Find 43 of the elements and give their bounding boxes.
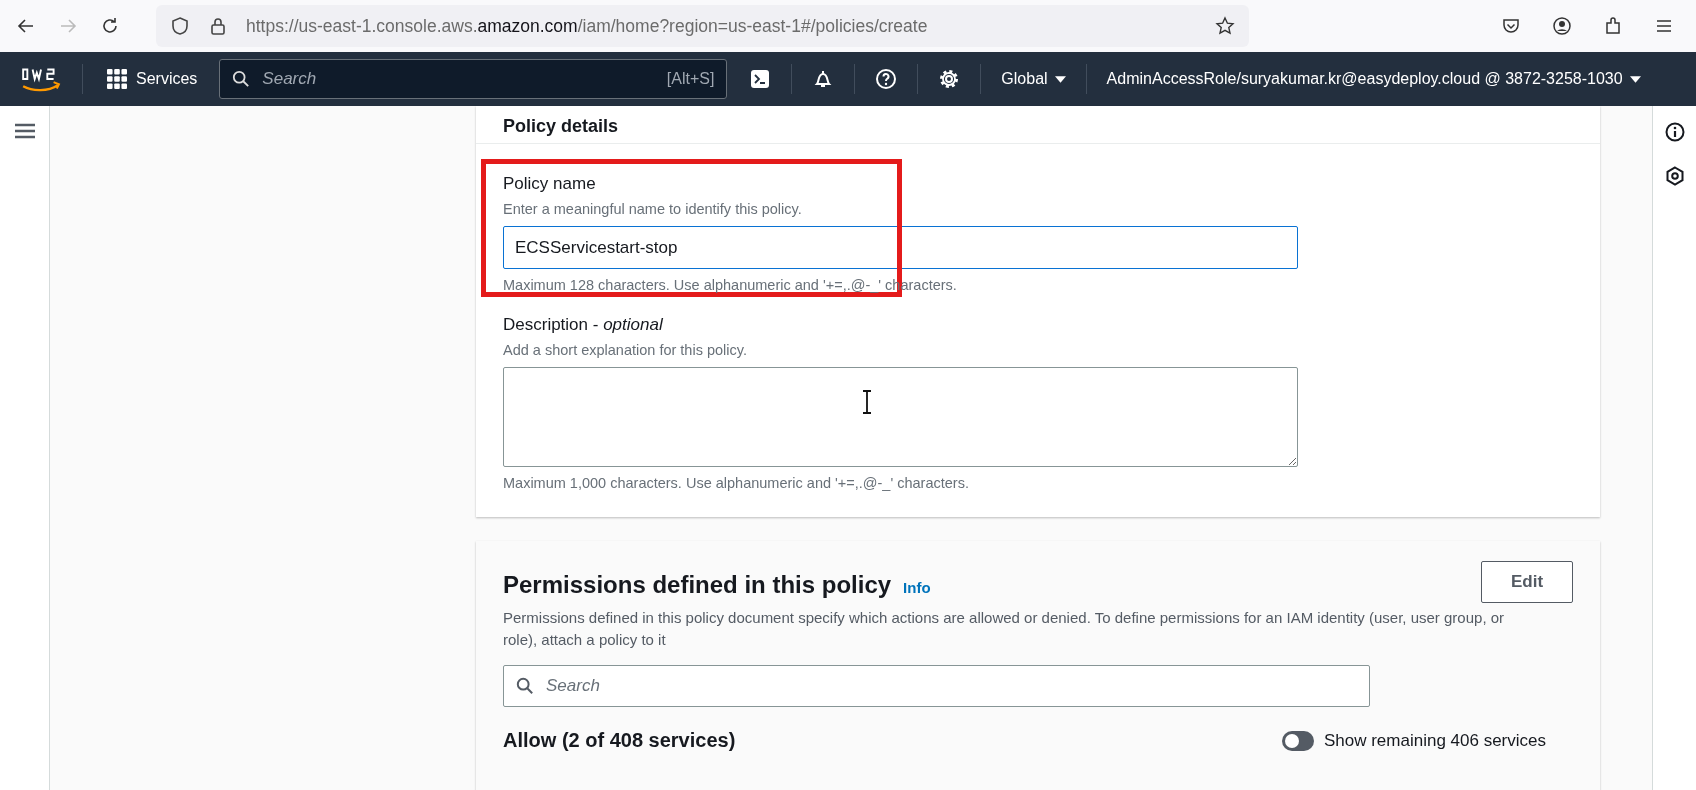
edit-button[interactable]: Edit: [1481, 561, 1573, 603]
info-icon[interactable]: [1664, 122, 1685, 142]
lock-icon[interactable]: [208, 16, 228, 36]
hexagon-icon[interactable]: [1664, 166, 1685, 186]
description-field[interactable]: [503, 367, 1298, 467]
text-cursor-icon: [861, 390, 873, 414]
region-menu[interactable]: Global: [981, 70, 1086, 88]
extensions-icon[interactable]: [1603, 16, 1623, 36]
info-link[interactable]: Info: [903, 579, 931, 596]
account-menu[interactable]: AdminAccessRole/suryakumar.kr@easydeploy.cloud @ 3872-3258-1030: [1086, 70, 1661, 88]
field-label: Description - optional: [503, 314, 664, 336]
services-menu[interactable]: Services: [83, 69, 220, 89]
url-text: https://us-east-1.console.aws.amazon.com/iam/home?region=us-east-1#/policies/create: [246, 15, 929, 37]
search-icon: [232, 70, 251, 88]
terminal-icon[interactable]: [749, 68, 772, 90]
account-icon[interactable]: [1552, 16, 1572, 36]
field-hint: Enter a meaningful name to identify this policy.: [503, 200, 802, 219]
allow-heading: Allow (2 of 408 services): [503, 729, 736, 752]
reload-icon[interactable]: [100, 16, 120, 36]
field-hint: Add a short explanation for this policy.: [503, 341, 747, 360]
search-input[interactable]: Search: [260, 68, 657, 90]
shortcut-hint: [Alt+S]: [666, 70, 715, 88]
toggle-label: Show remaining 406 services: [1323, 730, 1546, 751]
grid-icon: [107, 69, 127, 89]
search-field[interactable]: Search [Alt+S]: [219, 59, 728, 99]
settings-icon[interactable]: [938, 68, 961, 90]
address-bar[interactable]: https://us-east-1.console.aws.amazon.com/iam/home?region=us-east-1#/policies/create: [156, 5, 1249, 47]
caret-icon: [1054, 74, 1066, 84]
policy-name-field[interactable]: ECSServicestart-stop: [503, 226, 1298, 269]
star-icon[interactable]: [1215, 16, 1235, 36]
section-title: Policy details: [503, 116, 619, 137]
field-constraint: Maximum 1,000 characters. Use alphanumeric and '+=,.@-_' characters.: [503, 474, 969, 493]
section-title: Permissions defined in this policy: [503, 571, 892, 599]
shield-icon[interactable]: [170, 16, 190, 36]
section-description: Permissions defined in this policy document specify which actions are allowed or denied. To define permissions for an IAM identity (user, user group, or role), attach a policy to it: [503, 608, 1506, 650]
caret-icon: [1629, 74, 1641, 84]
search-icon: [516, 677, 534, 695]
help-icon[interactable]: [875, 68, 898, 90]
search-field[interactable]: Search: [503, 665, 1370, 707]
pocket-icon[interactable]: [1501, 16, 1521, 36]
menu-icon[interactable]: [14, 123, 35, 139]
field-label: Policy name: [503, 173, 597, 195]
toggle-switch[interactable]: [1281, 730, 1314, 751]
